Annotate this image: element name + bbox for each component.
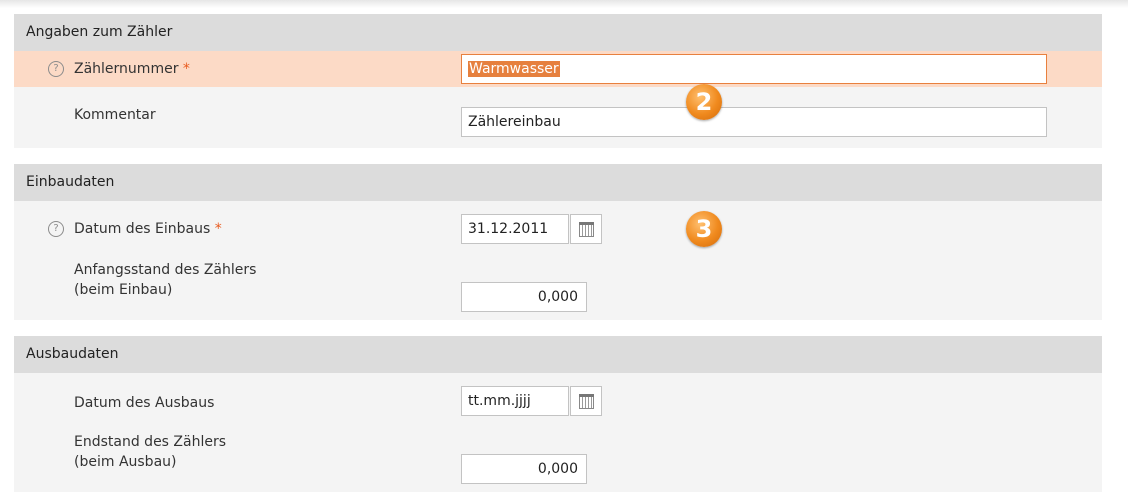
calendar-icon bbox=[579, 222, 594, 237]
install-date-calendar-button[interactable] bbox=[570, 214, 602, 244]
meter-number-input[interactable]: Warmwasser bbox=[461, 54, 1047, 84]
install-date-input[interactable]: 31.12.2011 bbox=[461, 214, 569, 244]
meter-number-value: Warmwasser bbox=[468, 61, 560, 77]
removal-date-label: Datum des Ausbaus bbox=[74, 395, 215, 411]
install-date-row: ? Datum des Einbaus * 31.12.2011 bbox=[14, 201, 1102, 257]
meter-number-row: ? Zählernummer * Warmwasser bbox=[14, 51, 1102, 87]
step-3-badge: 3 bbox=[686, 211, 722, 247]
meter-section: Angaben zum Zähler ? Zählernummer * Warm… bbox=[14, 14, 1102, 148]
removal-date-input[interactable]: tt.mm.jjjj bbox=[461, 386, 569, 416]
step-2-badge: 2 bbox=[686, 84, 722, 120]
help-icon[interactable]: ? bbox=[48, 221, 64, 237]
calendar-icon bbox=[579, 394, 594, 409]
required-mark: * bbox=[182, 61, 190, 77]
initial-reading-label-line1: Anfangsstand des Zählers bbox=[74, 262, 257, 278]
initial-reading-label-line2: (beim Einbau) bbox=[74, 282, 173, 298]
removal-date-row: Datum des Ausbaus tt.mm.jjjj bbox=[14, 373, 1102, 429]
comment-input[interactable]: Zählereinbau bbox=[461, 107, 1047, 137]
comment-label: Kommentar bbox=[74, 107, 156, 123]
installation-section: Einbaudaten ? Datum des Einbaus * 31.12.… bbox=[14, 164, 1102, 320]
install-date-label-text: Datum des Einbaus bbox=[74, 221, 211, 237]
help-icon[interactable]: ? bbox=[48, 61, 64, 77]
final-reading-input[interactable]: 0,000 bbox=[461, 454, 587, 484]
comment-row: Kommentar Zählereinbau bbox=[14, 87, 1102, 143]
removal-date-calendar-button[interactable] bbox=[570, 386, 602, 416]
final-reading-label-line2: (beim Ausbau) bbox=[74, 454, 177, 470]
section-header-meter: Angaben zum Zähler bbox=[14, 14, 1102, 51]
initial-reading-row: Anfangsstand des Zählers (beim Einbau) 0… bbox=[14, 257, 1102, 317]
final-reading-label-line1: Endstand des Zählers bbox=[74, 434, 227, 450]
initial-reading-input[interactable]: 0,000 bbox=[461, 282, 587, 312]
section-header-installation: Einbaudaten bbox=[14, 164, 1102, 201]
section-header-removal: Ausbaudaten bbox=[14, 336, 1102, 373]
install-date-label: Datum des Einbaus * bbox=[74, 219, 222, 239]
final-reading-row: Endstand des Zählers (beim Ausbau) 0,000 bbox=[14, 429, 1102, 489]
required-mark: * bbox=[214, 221, 222, 237]
top-shadow bbox=[0, 0, 1128, 8]
meter-number-label: Zählernummer * bbox=[74, 59, 190, 79]
removal-section: Ausbaudaten Datum des Ausbaus tt.mm.jjjj… bbox=[14, 336, 1102, 492]
meter-number-label-text: Zählernummer bbox=[74, 61, 179, 77]
